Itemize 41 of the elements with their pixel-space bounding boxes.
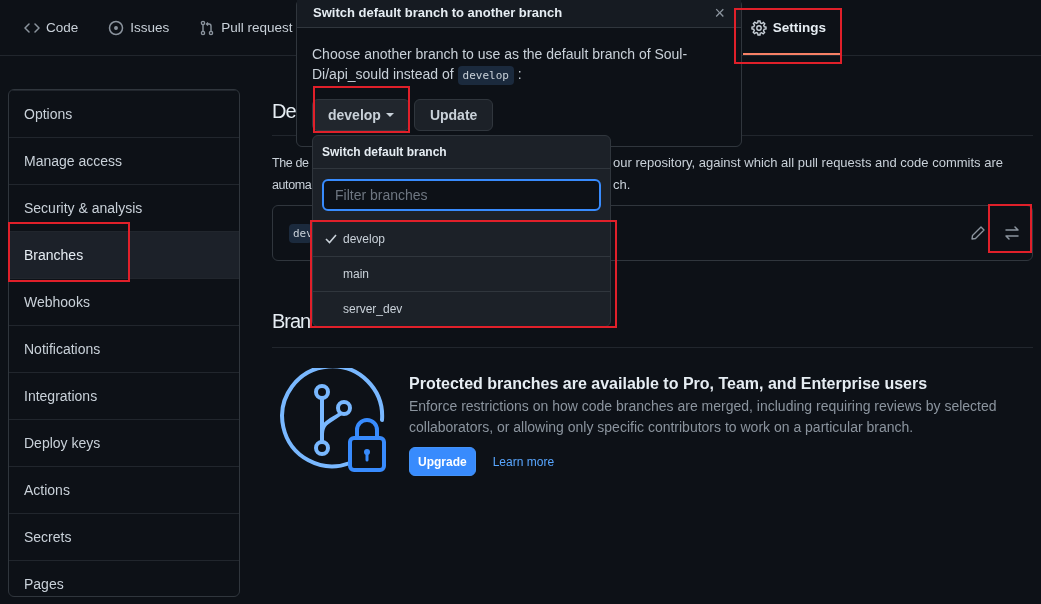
description-text: ch. <box>613 176 632 194</box>
branch-option[interactable]: develop <box>313 221 610 256</box>
caret-icon <box>385 113 394 117</box>
nav-tab[interactable]: Pull request <box>199 0 293 55</box>
branch-select-button[interactable]: develop <box>312 99 410 131</box>
highlight-frame <box>988 204 1032 253</box>
nav-tab[interactable]: Code <box>24 0 79 55</box>
branch-lock-icon <box>280 368 386 474</box>
description-text: our repository, against which all pull requests and code commits are <box>613 154 1004 172</box>
sidebar-item[interactable]: Notifications <box>9 325 239 372</box>
description-text: automa <box>272 177 312 194</box>
close-button[interactable]: × <box>714 3 725 23</box>
learn-more-link[interactable]: Learn more <box>492 454 555 469</box>
upsell-description: Enforce restrictions on how code branches are merged, including requiring reviews by selected collaborators, or allowing only specific contributors to work on a particular branch. <box>409 397 998 437</box>
sidebar-item[interactable]: Actions <box>9 466 239 513</box>
sidebar-item[interactable]: Options <box>9 90 239 137</box>
sidebar-item[interactable]: Deploy keys <box>9 419 239 466</box>
gear-icon <box>750 19 767 36</box>
filter-field[interactable]: Filter branches <box>322 179 601 211</box>
dialog-title: Switch default branch to another branch <box>313 4 563 22</box>
dialog-message: Choose another branch to use as the default branch of Soul-Di/api_sould instead of develop : <box>312 44 722 86</box>
dropdown-title: Switch default branch <box>313 136 610 169</box>
nav-tab[interactable]: Issues <box>108 0 170 55</box>
switch-arrows-icon[interactable] <box>1004 225 1020 241</box>
sidebar-item[interactable]: Webhooks <box>9 278 239 325</box>
pencil-icon[interactable] <box>970 225 986 241</box>
check-icon <box>325 234 337 244</box>
section-heading: Bran <box>272 309 311 334</box>
description-text: The de <box>272 155 309 172</box>
branch-option[interactable]: main <box>313 256 610 291</box>
sidebar-item[interactable]: Integrations <box>9 372 239 419</box>
section-heading: De <box>272 99 296 124</box>
sidebar-item[interactable]: Secrets <box>9 513 239 560</box>
sidebar-item[interactable]: Manage access <box>9 137 239 184</box>
pull-request-icon <box>199 19 216 36</box>
sidebar-item[interactable]: Branches <box>9 231 239 278</box>
branch-option[interactable]: server_dev <box>313 291 610 326</box>
sidebar-item[interactable]: Pages <box>9 560 239 596</box>
upsell-title: Protected branches are available to Pro, Team, and Enterprise users <box>409 375 929 393</box>
issue-icon <box>108 19 125 36</box>
update-button[interactable]: Update <box>413 99 494 131</box>
